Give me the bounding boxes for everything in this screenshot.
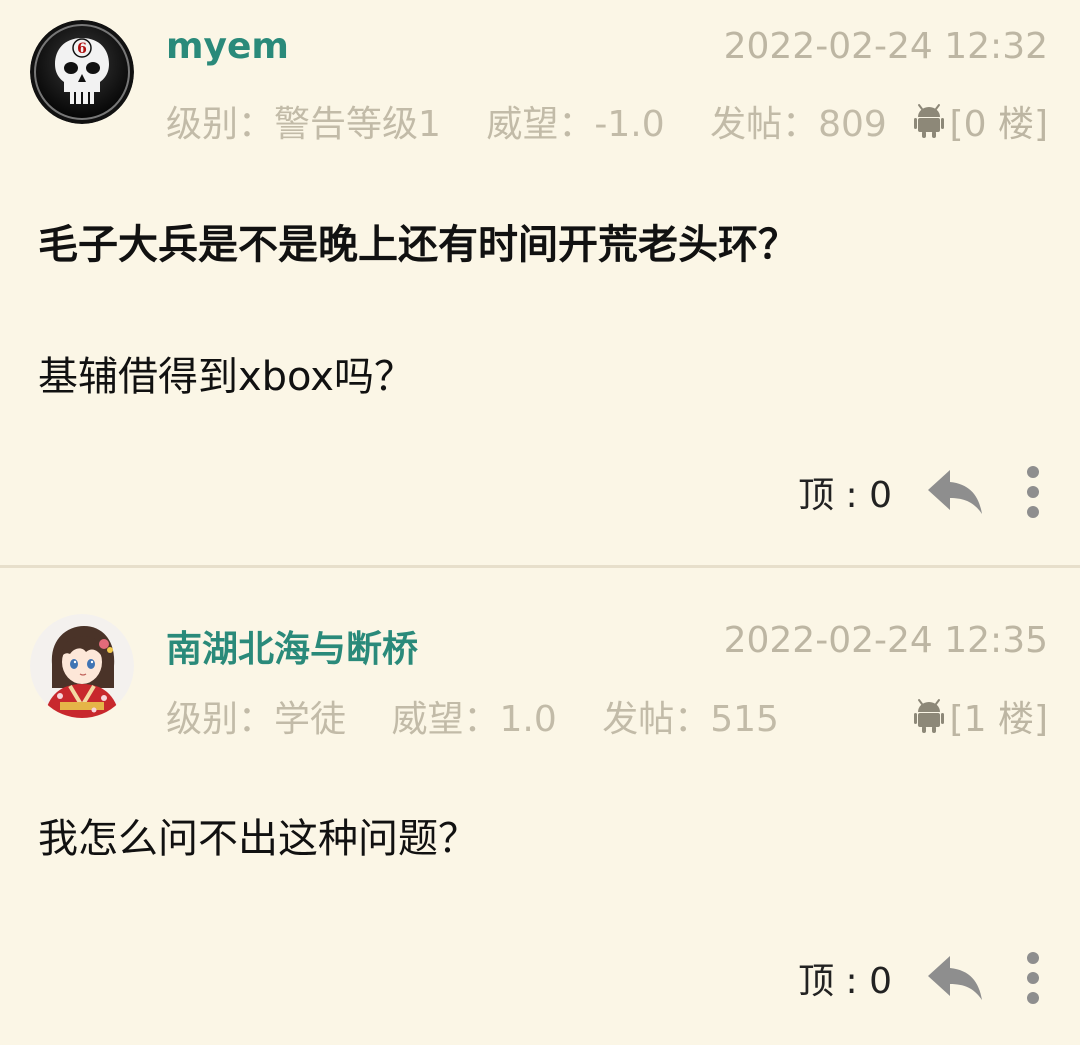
user-avatar[interactable] <box>30 614 134 718</box>
post-timestamp: 2022-02-24 12:32 <box>723 26 1048 67</box>
post-floor-0: 6 myem 2022-02-24 12:32 级别：警告等级1 威望：-1.0… <box>0 0 1080 566</box>
post-actions: 顶 : 0 <box>798 466 1040 518</box>
post-title: 毛子大兵是不是晚上还有时间开荒老头环？ <box>38 222 798 268</box>
upvote-button[interactable]: 顶 : 0 <box>798 952 892 1004</box>
skull-avatar-icon: 6 <box>30 20 134 124</box>
floor-number: [0 楼] <box>949 104 1048 145</box>
username[interactable]: 南湖北海与断桥 <box>166 620 418 672</box>
reply-icon[interactable] <box>926 954 984 1002</box>
user-level: 级别：警告等级1 <box>166 104 441 145</box>
post-timestamp: 2022-02-24 12:35 <box>723 620 1048 661</box>
floor-indicator: [1 楼] <box>913 690 1048 742</box>
anime-girl-avatar-icon <box>30 614 134 718</box>
android-icon <box>913 104 944 138</box>
user-level: 级别：学徒 <box>166 699 347 740</box>
user-post-count: 发帖：515 <box>602 699 779 740</box>
thread-page: 6 myem 2022-02-24 12:32 级别：警告等级1 威望：-1.0… <box>0 0 1080 1045</box>
user-prestige: 威望：-1.0 <box>486 104 665 145</box>
post-body: 基辅借得到xbox吗？ <box>38 354 414 400</box>
more-options-icon[interactable] <box>1026 952 1040 1004</box>
username[interactable]: myem <box>166 26 289 67</box>
floor-number: [1 楼] <box>949 699 1048 740</box>
user-prestige: 威望：1.0 <box>391 699 557 740</box>
user-meta: 级别：警告等级1 威望：-1.0 发帖：809 <box>166 95 921 147</box>
post-actions: 顶 : 0 <box>798 952 1040 1004</box>
user-avatar[interactable]: 6 <box>30 20 134 124</box>
android-icon <box>913 699 944 733</box>
upvote-button[interactable]: 顶 : 0 <box>798 466 892 518</box>
post-body: 我怎么问不出这种问题？ <box>38 816 478 862</box>
floor-indicator: [0 楼] <box>913 95 1048 147</box>
user-post-count: 发帖：809 <box>710 104 887 145</box>
user-meta: 级别：学徒 威望：1.0 发帖：515 <box>166 690 813 742</box>
reply-icon[interactable] <box>926 468 984 516</box>
svg-text:6: 6 <box>77 41 87 57</box>
more-options-icon[interactable] <box>1026 466 1040 518</box>
post-floor-1: 南湖北海与断桥 2022-02-24 12:35 级别：学徒 威望：1.0 发帖… <box>0 568 1080 1045</box>
